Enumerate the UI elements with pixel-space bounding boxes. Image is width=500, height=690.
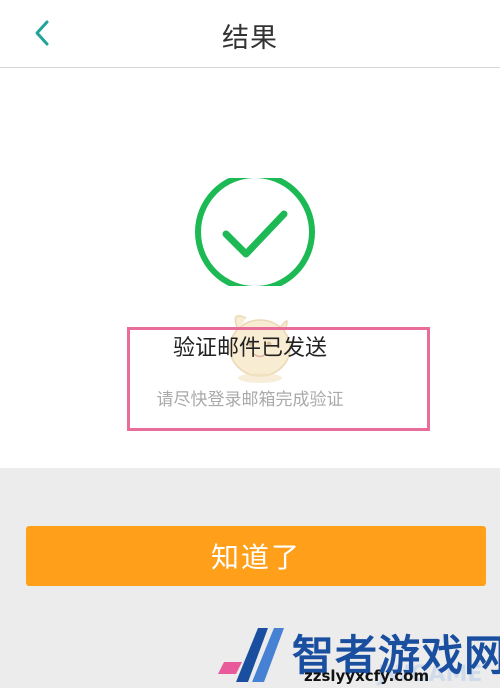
- watermark-url: zzslyyxcfy.com: [304, 667, 430, 685]
- result-subtitle: 请尽快登录邮箱完成验证: [156, 390, 344, 410]
- confirm-button[interactable]: 知道了: [26, 526, 486, 586]
- check-circle-icon: [192, 172, 320, 292]
- watermark-logo-icon: [218, 622, 290, 686]
- site-watermark: JWGAME 智者游戏网 zzslyyxcfy.com: [218, 618, 500, 688]
- result-title: 验证邮件已发送: [172, 336, 327, 361]
- nav-bar: 结果: [0, 0, 500, 68]
- page-title: 结果: [222, 23, 278, 54]
